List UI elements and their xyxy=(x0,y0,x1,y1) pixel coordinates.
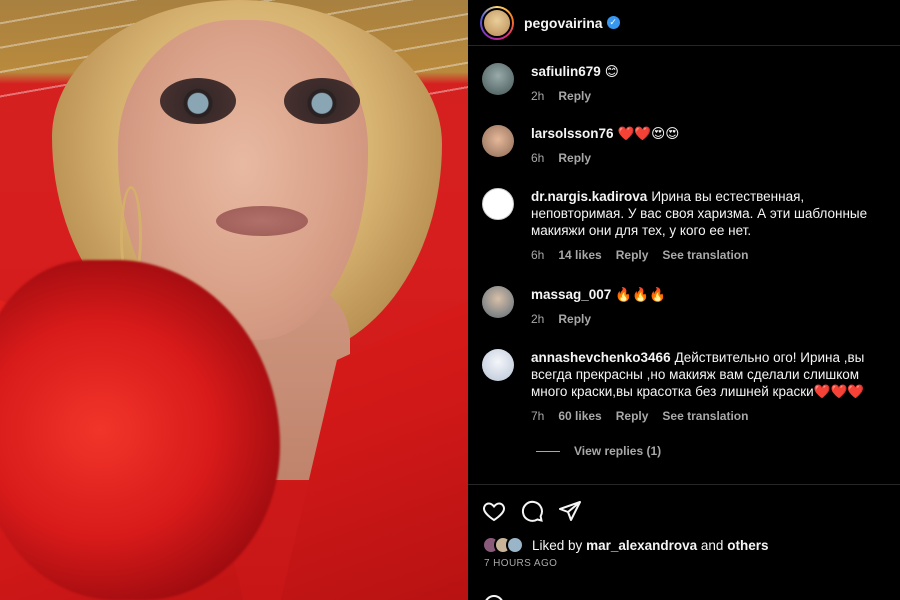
see-translation-button[interactable]: See translation xyxy=(662,247,748,264)
commenter-avatar[interactable] xyxy=(482,286,514,318)
author-username[interactable]: pegovairina xyxy=(524,15,603,31)
share-icon[interactable] xyxy=(558,499,582,523)
liked-by-prefix: Liked by xyxy=(532,537,583,553)
comment-username[interactable]: dr.nargis.kadirova xyxy=(531,189,647,204)
comment-text: 🔥🔥🔥 xyxy=(615,287,666,302)
replies-divider xyxy=(536,450,560,452)
comment-username[interactable]: larsolsson76 xyxy=(531,126,614,141)
action-buttons xyxy=(482,499,582,523)
comment-time[interactable]: 2h xyxy=(531,311,544,328)
comment: dr.nargis.kadirova Ирина вы естественная,… xyxy=(482,188,892,264)
comment-icon[interactable] xyxy=(520,499,544,523)
comment-username[interactable]: annashevchenko3466 xyxy=(531,350,671,365)
liked-by-others[interactable]: others xyxy=(727,538,768,553)
comment-username[interactable]: massag_007 xyxy=(531,287,611,302)
comment-time[interactable]: 7h xyxy=(531,408,544,425)
reply-button[interactable]: Reply xyxy=(616,408,649,425)
see-translation-button[interactable]: See translation xyxy=(662,408,748,425)
comment: safiulin679 😊 2h Reply xyxy=(482,63,892,105)
reply-button[interactable]: Reply xyxy=(558,88,591,105)
comment: annashevchenko3466 Действительно ого! Ири… xyxy=(482,349,892,425)
commenter-avatar[interactable] xyxy=(482,349,514,381)
comment-likes[interactable]: 60 likes xyxy=(558,408,601,425)
post-timestamp[interactable]: 7 HOURS AGO xyxy=(484,558,557,569)
reply-button[interactable]: Reply xyxy=(558,150,591,167)
post-header: pegovairina ✓ xyxy=(468,0,900,46)
post-photo[interactable] xyxy=(0,0,468,600)
left-eye xyxy=(160,78,236,124)
right-eye xyxy=(284,78,360,124)
commenter-avatar[interactable] xyxy=(482,63,514,95)
commenter-avatar[interactable] xyxy=(482,125,514,157)
comment-text: ❤️❤️😍😍 xyxy=(617,126,680,141)
comment: larsolsson76 ❤️❤️😍😍 6h Reply xyxy=(482,125,892,167)
post-actions: Liked by mar_alexandrova and others 7 HO… xyxy=(468,484,900,600)
comment-time[interactable]: 2h xyxy=(531,88,544,105)
comment-text: 😊 xyxy=(604,64,619,79)
comment-username[interactable]: safiulin679 xyxy=(531,64,601,79)
comment: massag_007 🔥🔥🔥 2h Reply xyxy=(482,286,892,328)
post-sidebar: pegovairina ✓ safiulin679 😊 2h Reply lars… xyxy=(468,0,900,600)
emoji-icon[interactable] xyxy=(484,595,504,600)
comment-likes[interactable]: 14 likes xyxy=(558,247,601,264)
heart-icon[interactable] xyxy=(482,499,506,523)
liked-by-user[interactable]: mar_alexandrova xyxy=(586,538,697,553)
verified-badge-icon: ✓ xyxy=(606,16,620,29)
liked-by-and: and xyxy=(700,537,724,553)
commenter-avatar[interactable] xyxy=(482,188,514,220)
author-avatar[interactable] xyxy=(480,5,514,40)
reply-button[interactable]: Reply xyxy=(558,311,591,328)
view-replies-label: View replies (1) xyxy=(574,444,662,458)
comment-time[interactable]: 6h xyxy=(531,150,544,167)
likes-summary: Liked by mar_alexandrova and others xyxy=(482,536,768,554)
liker-avatar[interactable] xyxy=(506,536,524,554)
lips xyxy=(216,206,308,236)
reply-button[interactable]: Reply xyxy=(616,247,649,264)
likes-text: Liked by mar_alexandrova and others xyxy=(532,538,768,553)
view-replies-button[interactable]: View replies (1) xyxy=(536,444,661,458)
comment-time[interactable]: 6h xyxy=(531,247,544,264)
